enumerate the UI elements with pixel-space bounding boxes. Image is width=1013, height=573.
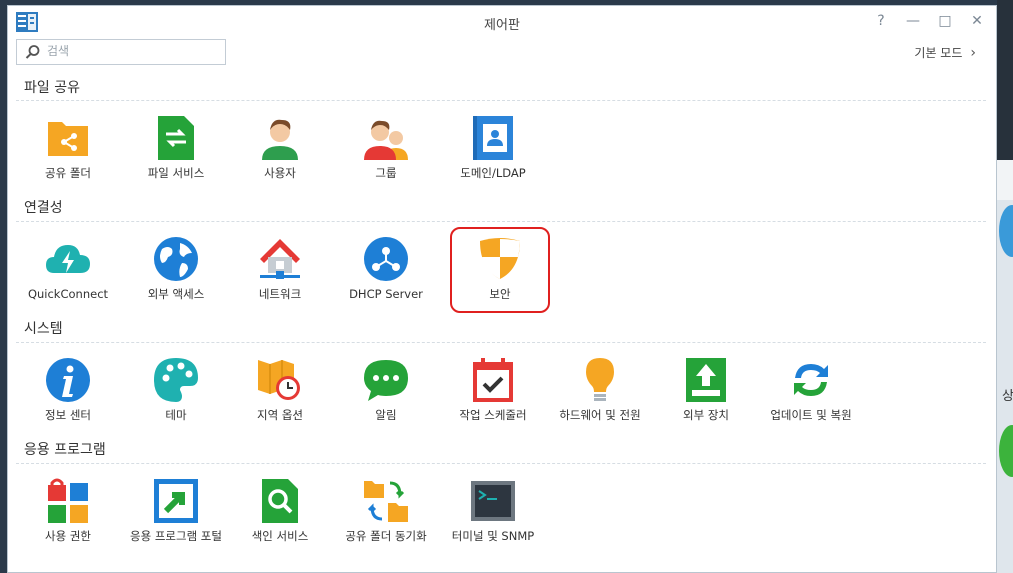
regional-options-icon: [258, 360, 300, 400]
section-title-connectivity: 연결성: [24, 200, 63, 216]
item-group[interactable]: 그룹: [332, 114, 440, 181]
item-shared-folder[interactable]: 공유 폴더: [14, 114, 122, 181]
privileges-icon: [48, 478, 88, 523]
item-privileges[interactable]: 사용 권한: [14, 477, 122, 544]
background-text: 상: [1002, 389, 1013, 404]
background-light-strip: [997, 160, 1013, 200]
network-icon: [260, 239, 300, 279]
item-quickconnect[interactable]: QuickConnect: [14, 235, 122, 302]
application-portal-icon: [154, 479, 198, 523]
search-box[interactable]: [16, 39, 226, 65]
item-indexing-service[interactable]: 색인 서비스: [226, 477, 334, 544]
info-center-icon: [46, 358, 90, 402]
window-title: 제어판: [484, 18, 520, 33]
item-label: DHCP Server: [349, 287, 423, 301]
background-dark-strip: [997, 0, 1013, 160]
external-access-icon: [154, 237, 198, 281]
item-task-scheduler[interactable]: 작업 스케줄러: [439, 356, 547, 423]
minimize-icon[interactable]: —: [904, 12, 922, 30]
item-label: 응용 프로그램 포털: [130, 529, 222, 543]
item-shared-folder-sync[interactable]: 공유 폴더 동기화: [332, 477, 440, 544]
item-label: 사용 권한: [45, 529, 91, 543]
quickconnect-icon: [46, 245, 90, 273]
item-label: 알림: [375, 408, 397, 422]
control-panel-window: 제어판 ? — □ ✕ 기본 모드› 파일 공유 공유 폴더 파일: [7, 5, 997, 573]
item-info-center[interactable]: 정보 센터: [14, 356, 122, 423]
section-divider: [16, 221, 986, 222]
item-label: 작업 스케줄러: [459, 408, 527, 422]
section-divider: [16, 342, 986, 343]
item-application-portal[interactable]: 응용 프로그램 포털: [122, 477, 230, 544]
file-services-icon: [158, 116, 194, 160]
search-icon: [25, 45, 40, 59]
notification-icon: [364, 360, 408, 401]
item-label: 공유 폴더 동기화: [345, 529, 427, 543]
section-divider: [16, 463, 986, 464]
basic-mode-link[interactable]: 기본 모드 ›: [914, 44, 976, 61]
terminal-snmp-icon: [471, 481, 515, 521]
item-terminal-snmp[interactable]: 터미널 및 SNMP: [439, 477, 547, 544]
maximize-icon[interactable]: □: [936, 12, 954, 30]
item-theme[interactable]: 테마: [122, 356, 230, 423]
external-devices-icon: [686, 358, 726, 402]
shared-folder-icon: [48, 122, 88, 156]
background-widget-blue: [999, 205, 1013, 257]
item-label: 업데이트 및 복원: [770, 408, 852, 422]
item-label: 네트워크: [258, 287, 302, 301]
item-label: 파일 서비스: [147, 166, 205, 180]
item-user[interactable]: 사용자: [226, 114, 334, 181]
item-label: 터미널 및 SNMP: [451, 529, 535, 543]
item-label: 공유 폴더: [45, 166, 91, 180]
item-domain-ldap[interactable]: 도메인/LDAP: [439, 114, 547, 181]
help-icon[interactable]: ?: [872, 12, 890, 30]
indexing-service-icon: [262, 479, 298, 523]
item-external-devices[interactable]: 외부 장치: [652, 356, 760, 423]
basic-mode-label: 기본 모드: [914, 46, 963, 60]
item-label: QuickConnect: [27, 287, 109, 301]
domain-ldap-icon: [473, 116, 513, 160]
item-label: 지역 옵션: [257, 408, 303, 422]
item-label: 색인 서비스: [251, 529, 309, 543]
section-title-file-sharing: 파일 공유: [24, 80, 80, 96]
security-highlight-box: [450, 227, 550, 313]
background-desktop: 상: [997, 0, 1013, 573]
item-label: 도메인/LDAP: [460, 166, 526, 180]
hardware-power-icon: [586, 358, 614, 401]
item-label: 테마: [165, 408, 187, 422]
update-restore-icon: [794, 364, 828, 396]
task-scheduler-icon: [473, 358, 513, 402]
item-network[interactable]: 네트워크: [226, 235, 334, 302]
shared-folder-sync-icon: [364, 481, 408, 522]
theme-palette-icon: [154, 358, 198, 402]
item-dhcp-server[interactable]: DHCP Server: [332, 235, 440, 302]
dhcp-server-icon: [364, 237, 408, 281]
user-icon: [262, 119, 298, 160]
title-bar[interactable]: 제어판 ? — □ ✕: [8, 6, 996, 38]
item-regional-options[interactable]: 지역 옵션: [226, 356, 334, 423]
item-notification[interactable]: 알림: [332, 356, 440, 423]
item-file-services[interactable]: 파일 서비스: [122, 114, 230, 181]
item-label: 정보 센터: [45, 408, 91, 422]
section-title-applications: 응용 프로그램: [24, 442, 106, 458]
item-label: 외부 장치: [683, 408, 729, 422]
section-title-system: 시스템: [24, 321, 63, 337]
section-divider: [16, 100, 986, 101]
item-label: 외부 액세스: [147, 287, 205, 301]
background-widget-green: [999, 425, 1013, 477]
search-input[interactable]: [45, 43, 219, 59]
item-label: 사용자: [264, 166, 296, 180]
chevron-right-icon: ›: [970, 45, 976, 61]
item-label: 하드웨어 및 전원: [559, 408, 641, 422]
close-icon[interactable]: ✕: [968, 12, 986, 30]
group-icon: [364, 120, 408, 160]
item-update-restore[interactable]: 업데이트 및 복원: [757, 356, 865, 423]
item-label: 그룹: [375, 166, 397, 180]
item-hardware-power[interactable]: 하드웨어 및 전원: [546, 356, 654, 423]
item-external-access[interactable]: 외부 액세스: [122, 235, 230, 302]
